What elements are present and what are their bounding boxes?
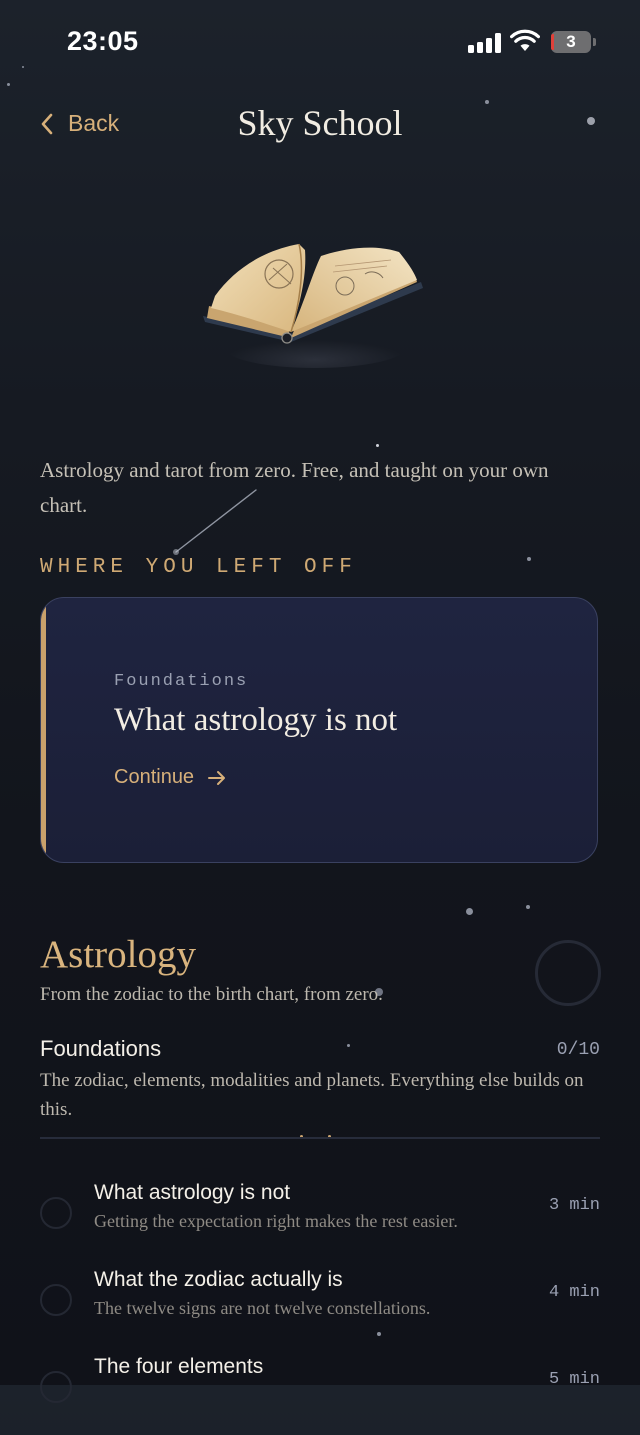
lesson-status-circle [40, 1284, 72, 1316]
lesson-subtitle: The twelve signs are not twelve constell… [94, 1298, 431, 1318]
module-progress-count: 0/10 [556, 1040, 600, 1060]
card-module-label: Foundations [114, 672, 249, 691]
card-accent-bar [41, 598, 46, 862]
module-description: The zodiac, elements, modalities and pla… [40, 1070, 584, 1120]
open-book-illustration [203, 243, 423, 368]
continue-button[interactable]: Continue [114, 766, 226, 789]
intro-text: Astrology and tarot from zero. Free, and… [40, 458, 549, 517]
status-time: 23:05 [67, 26, 139, 56]
course-subtitle: From the zodiac to the birth chart, from… [40, 984, 383, 1005]
lesson-title: What the zodiac actually is [94, 1268, 343, 1291]
lesson-item[interactable]: What the zodiac actually is The twelve s… [40, 1268, 600, 1348]
continue-lesson-card[interactable]: Foundations What astrology is not Contin… [40, 597, 598, 863]
arrow-right-icon [208, 770, 226, 785]
star [376, 444, 379, 447]
star [526, 905, 530, 909]
battery-indicator: 3 [551, 31, 596, 53]
section-label-resume: WHERE YOU LEFT OFF [40, 556, 357, 579]
cellular-signal-icon [468, 33, 502, 53]
star [527, 557, 531, 561]
star [466, 908, 473, 915]
lesson-duration: 4 min [548, 1283, 600, 1302]
lesson-duration: 5 min [548, 1370, 600, 1389]
course-title: Astrology [40, 933, 196, 976]
star [347, 1044, 350, 1047]
continue-label: Continue [114, 766, 195, 788]
lesson-title: What astrology is not [94, 1181, 291, 1204]
wifi-icon [510, 29, 540, 51]
lesson-duration: 3 min [548, 1196, 600, 1215]
course-progress-ring [535, 940, 601, 1006]
lesson-subtitle: Getting the expectation right makes the … [94, 1211, 458, 1231]
lesson-item[interactable]: What astrology is not Getting the expect… [40, 1181, 600, 1261]
divider [40, 1137, 600, 1139]
lesson-status-circle [40, 1371, 72, 1403]
card-lesson-title: What astrology is not [114, 702, 398, 738]
status-bar: 23:05 3 [0, 0, 640, 86]
page-title: Sky School [237, 103, 403, 143]
lesson-title: The four elements [94, 1355, 264, 1378]
lesson-status-circle [40, 1197, 72, 1229]
lesson-item[interactable]: The four elements 5 min [40, 1355, 600, 1435]
module-title[interactable]: Foundations [40, 1036, 161, 1062]
